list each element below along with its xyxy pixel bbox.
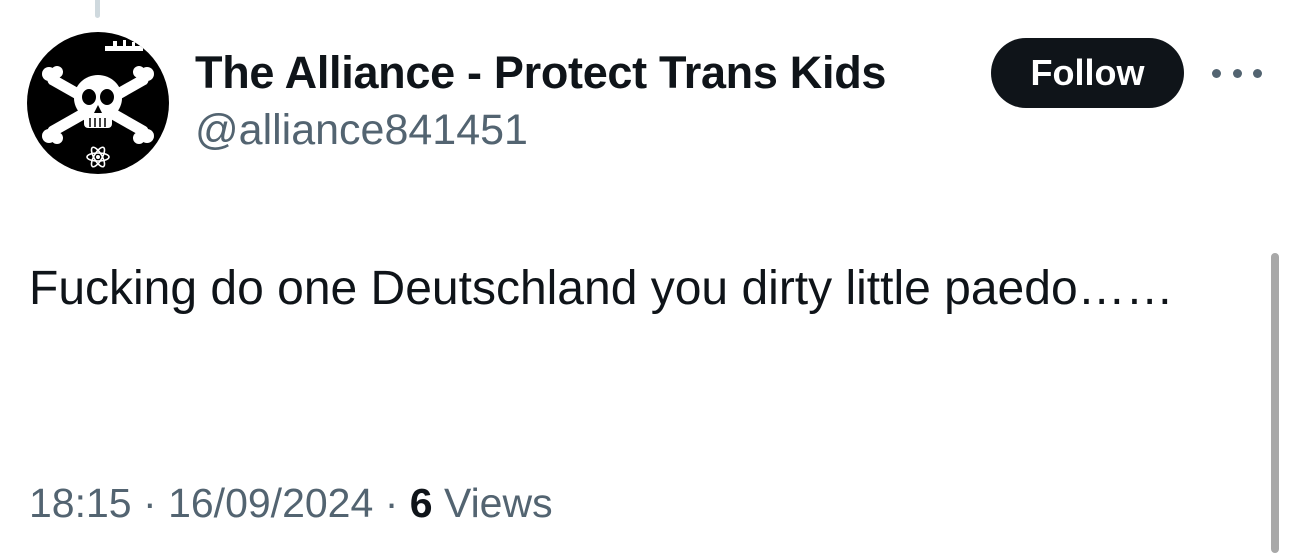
meta-separator: · bbox=[384, 480, 399, 526]
follow-button[interactable]: Follow bbox=[991, 38, 1184, 108]
more-options-icon[interactable] bbox=[1212, 62, 1262, 84]
views-label: Views bbox=[443, 480, 553, 526]
tweet-date[interactable]: 16/09/2024 bbox=[168, 480, 373, 526]
skull-crossbones-icon bbox=[42, 40, 154, 168]
author-handle[interactable]: @alliance841451 bbox=[195, 102, 886, 158]
thread-connector-line bbox=[95, 0, 100, 18]
tweet-author-block: The Alliance - Protect Trans Kids @allia… bbox=[195, 44, 886, 158]
scrollbar[interactable] bbox=[1271, 253, 1279, 553]
avatar[interactable] bbox=[27, 32, 169, 174]
meta-separator: · bbox=[143, 480, 157, 526]
more-dot bbox=[1212, 68, 1221, 78]
more-dot bbox=[1253, 68, 1262, 78]
author-display-name[interactable]: The Alliance - Protect Trans Kids bbox=[195, 44, 886, 102]
tweet-time[interactable]: 18:15 bbox=[29, 480, 132, 526]
views-count: 6 bbox=[409, 480, 433, 526]
more-dot bbox=[1232, 68, 1242, 78]
tweet-text: Fucking do one Deutschland you dirty lit… bbox=[29, 262, 1174, 315]
tweet-meta: 18:15 · 16/09/2024 · 6 Views bbox=[29, 475, 553, 531]
